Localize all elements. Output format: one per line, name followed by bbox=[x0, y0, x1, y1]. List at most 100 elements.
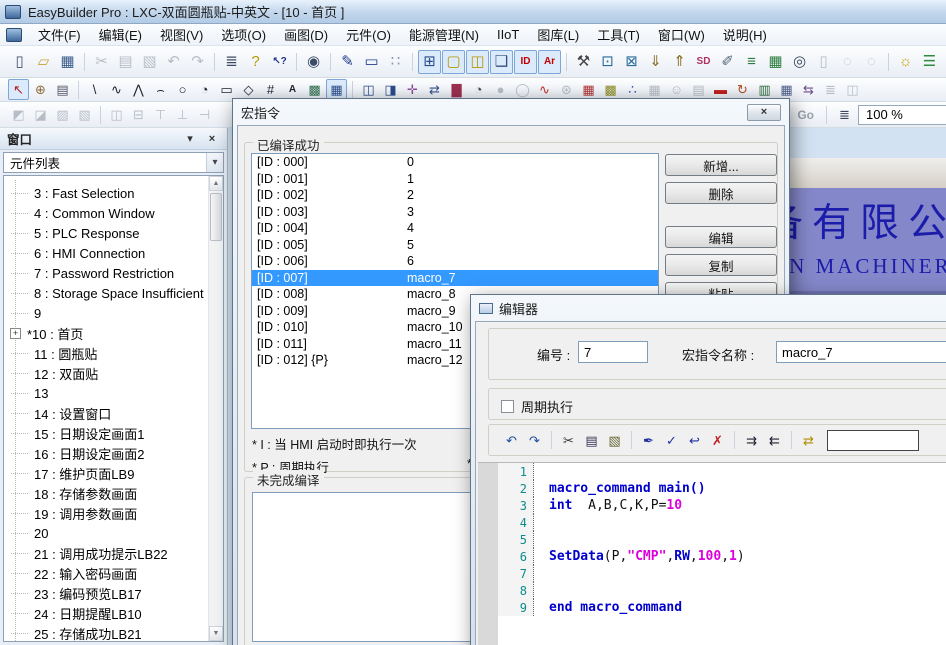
rotate-schedule-icon[interactable]: ↻ bbox=[732, 79, 753, 100]
toggle-switch-icon[interactable]: ⇄ bbox=[424, 79, 445, 100]
code-line[interactable]: 8 bbox=[498, 582, 946, 599]
arc-icon[interactable]: ⌢ bbox=[150, 79, 171, 100]
pie-icon[interactable]: ◔ bbox=[194, 79, 215, 100]
trend-display-icon[interactable]: ∿ bbox=[534, 79, 555, 100]
address-id-icon[interactable]: ID bbox=[514, 50, 537, 74]
context-help-icon[interactable]: ↖? bbox=[268, 50, 291, 74]
edit-recipe-icon[interactable]: ✐ bbox=[716, 50, 739, 74]
menu-draw[interactable]: 画图(D) bbox=[275, 24, 337, 45]
address-ar-icon[interactable]: Ar bbox=[538, 50, 561, 74]
window-tree-item[interactable]: 11 : 圆瓶贴 bbox=[4, 343, 223, 363]
macro-name-input[interactable] bbox=[776, 341, 946, 363]
scrollbar-thumb[interactable] bbox=[210, 193, 222, 241]
set-word-icon[interactable]: ◨ bbox=[380, 79, 401, 100]
menu-iiot[interactable]: IIoT bbox=[488, 24, 528, 45]
cascade-window-icon[interactable]: ◫ bbox=[466, 50, 489, 74]
window-tree-item[interactable]: 3 : Fast Selection bbox=[4, 183, 223, 203]
compile-icon[interactable]: ⚒ bbox=[572, 50, 595, 74]
snap-to-grid-icon[interactable]: ⊞ bbox=[418, 50, 441, 74]
scale-icon[interactable]: # bbox=[260, 79, 281, 100]
next-bookmark-icon[interactable]: ✓ bbox=[661, 430, 682, 451]
macro-list-row[interactable]: [ID : 004]4 bbox=[252, 220, 658, 237]
window-tree-item[interactable]: 5 : PLC Response bbox=[4, 223, 223, 243]
code-editor[interactable]: 12macro_command main()3int A,B,C,K,P=104… bbox=[478, 462, 946, 645]
undo-icon[interactable]: ↶ bbox=[501, 430, 522, 451]
toggle-bookmark-icon[interactable]: ✒ bbox=[638, 430, 659, 451]
cut-icon[interactable]: ✂ bbox=[558, 430, 579, 451]
copy-icon[interactable]: ▤ bbox=[581, 430, 602, 451]
tip-icon[interactable]: ☼ bbox=[894, 50, 917, 74]
window-tree-item[interactable]: 6 : HMI Connection bbox=[4, 243, 223, 263]
text-icon[interactable]: A bbox=[282, 79, 303, 100]
function-key-icon[interactable]: ✛ bbox=[402, 79, 423, 100]
window-tree-item[interactable]: 25 : 存储成功LB21 bbox=[4, 623, 223, 642]
view-stack-icon[interactable]: ≣ bbox=[834, 104, 855, 125]
data-transfer-object-icon[interactable]: ⇆ bbox=[798, 79, 819, 100]
replace-icon[interactable]: ⇄ bbox=[798, 430, 819, 451]
new-file-icon[interactable]: ▯ bbox=[8, 50, 31, 74]
data-block-icon[interactable]: ▩ bbox=[600, 79, 621, 100]
macro-list-row[interactable]: [ID : 005]5 bbox=[252, 237, 658, 254]
select-icon[interactable]: ↖ bbox=[8, 79, 29, 100]
set-bit-icon[interactable]: ◫ bbox=[358, 79, 379, 100]
prev-bookmark-icon[interactable]: ↩ bbox=[684, 430, 705, 451]
print-icon[interactable]: ≣ bbox=[220, 50, 243, 74]
grid-icon[interactable]: ∷ bbox=[384, 50, 407, 74]
menu-tool[interactable]: 工具(T) bbox=[588, 24, 649, 45]
line-icon[interactable]: \ bbox=[84, 79, 105, 100]
open-project-icon[interactable]: ▱ bbox=[32, 50, 55, 74]
polyline-icon[interactable]: ⋀ bbox=[128, 79, 149, 100]
panel-close-icon[interactable]: × bbox=[204, 131, 220, 147]
bar-graph-icon[interactable]: ▇ bbox=[446, 79, 467, 100]
picture-icon[interactable]: ▩ bbox=[304, 79, 325, 100]
zoom-view-icon[interactable]: ◎ bbox=[788, 50, 811, 74]
copy-button[interactable]: 复制 bbox=[665, 254, 777, 276]
window-tree-item[interactable]: 24 : 日期提醒LB10 bbox=[4, 603, 223, 623]
macro-list-row[interactable]: [ID : 000]0 bbox=[252, 154, 658, 171]
add-button[interactable]: 新增... bbox=[665, 154, 777, 176]
scroll-up-icon[interactable]: ▲ bbox=[209, 176, 223, 191]
code-line[interactable]: 2macro_command main() bbox=[498, 480, 946, 497]
code-line[interactable]: 5 bbox=[498, 531, 946, 548]
save-icon[interactable]: ▦ bbox=[56, 50, 79, 74]
macro-list-row[interactable]: [ID : 006]6 bbox=[252, 253, 658, 270]
redo-icon[interactable]: ↷ bbox=[524, 430, 545, 451]
sd-card-icon[interactable]: SD bbox=[692, 50, 715, 74]
window-tree-item[interactable]: 23 : 编码预览LB17 bbox=[4, 583, 223, 603]
event-display-icon[interactable]: ▥ bbox=[754, 79, 775, 100]
periodic-checkbox[interactable] bbox=[501, 400, 514, 413]
offline-simulation-icon[interactable]: ⊠ bbox=[620, 50, 643, 74]
scroll-down-icon[interactable]: ▼ bbox=[209, 626, 223, 641]
menu-view[interactable]: 视图(V) bbox=[151, 24, 212, 45]
window-tree-item[interactable]: 16 : 日期设定画面2 bbox=[4, 443, 223, 463]
expand-icon[interactable]: + bbox=[10, 328, 21, 339]
indent-icon[interactable]: ⇉ bbox=[741, 430, 762, 451]
edit-button[interactable]: 编辑 bbox=[665, 226, 777, 248]
bezier-icon[interactable]: ∿ bbox=[106, 79, 127, 100]
window-tree-item[interactable]: 9 bbox=[4, 303, 223, 323]
menu-object[interactable]: 元件(O) bbox=[337, 24, 400, 45]
object-list-dropdown[interactable]: 元件列表 ▾ bbox=[3, 152, 224, 173]
menu-file[interactable]: 文件(F) bbox=[29, 24, 90, 45]
menu-energy[interactable]: 能源管理(N) bbox=[400, 24, 488, 45]
macro-id-input[interactable] bbox=[578, 341, 648, 363]
close-icon[interactable]: × bbox=[747, 104, 781, 121]
panel-collapse-icon[interactable]: ▾ bbox=[182, 131, 198, 147]
code-line[interactable]: 1 bbox=[498, 463, 946, 480]
window-tree-item[interactable]: 15 : 日期设定画面1 bbox=[4, 423, 223, 443]
window-tree-item[interactable]: 8 : Storage Space Insufficient bbox=[4, 283, 223, 303]
code-line[interactable]: 9end macro_command bbox=[498, 599, 946, 616]
window-tree-item[interactable]: 19 : 调用参数画面 bbox=[4, 503, 223, 523]
window-list-scrollbar[interactable]: ▲ ▼ bbox=[208, 176, 223, 641]
media-bar-icon[interactable]: ▬ bbox=[710, 79, 731, 100]
rectangle-icon[interactable]: ▭ bbox=[216, 79, 237, 100]
circle-icon[interactable]: ○ bbox=[172, 79, 193, 100]
periodic-checkbox-row[interactable]: 周期执行 bbox=[501, 397, 573, 416]
system-message-icon[interactable]: ☰ bbox=[918, 50, 941, 74]
meter-display-icon[interactable]: ◔ bbox=[468, 79, 489, 100]
window-settings-icon[interactable]: ▤ bbox=[52, 79, 73, 100]
window-tree-item[interactable]: 12 : 双面贴 bbox=[4, 363, 223, 383]
grid-object-icon[interactable]: ▦ bbox=[326, 79, 347, 100]
code-line[interactable]: 4 bbox=[498, 514, 946, 531]
code-line[interactable]: 6SetData(P,"CMP",RW,100,1) bbox=[498, 548, 946, 565]
